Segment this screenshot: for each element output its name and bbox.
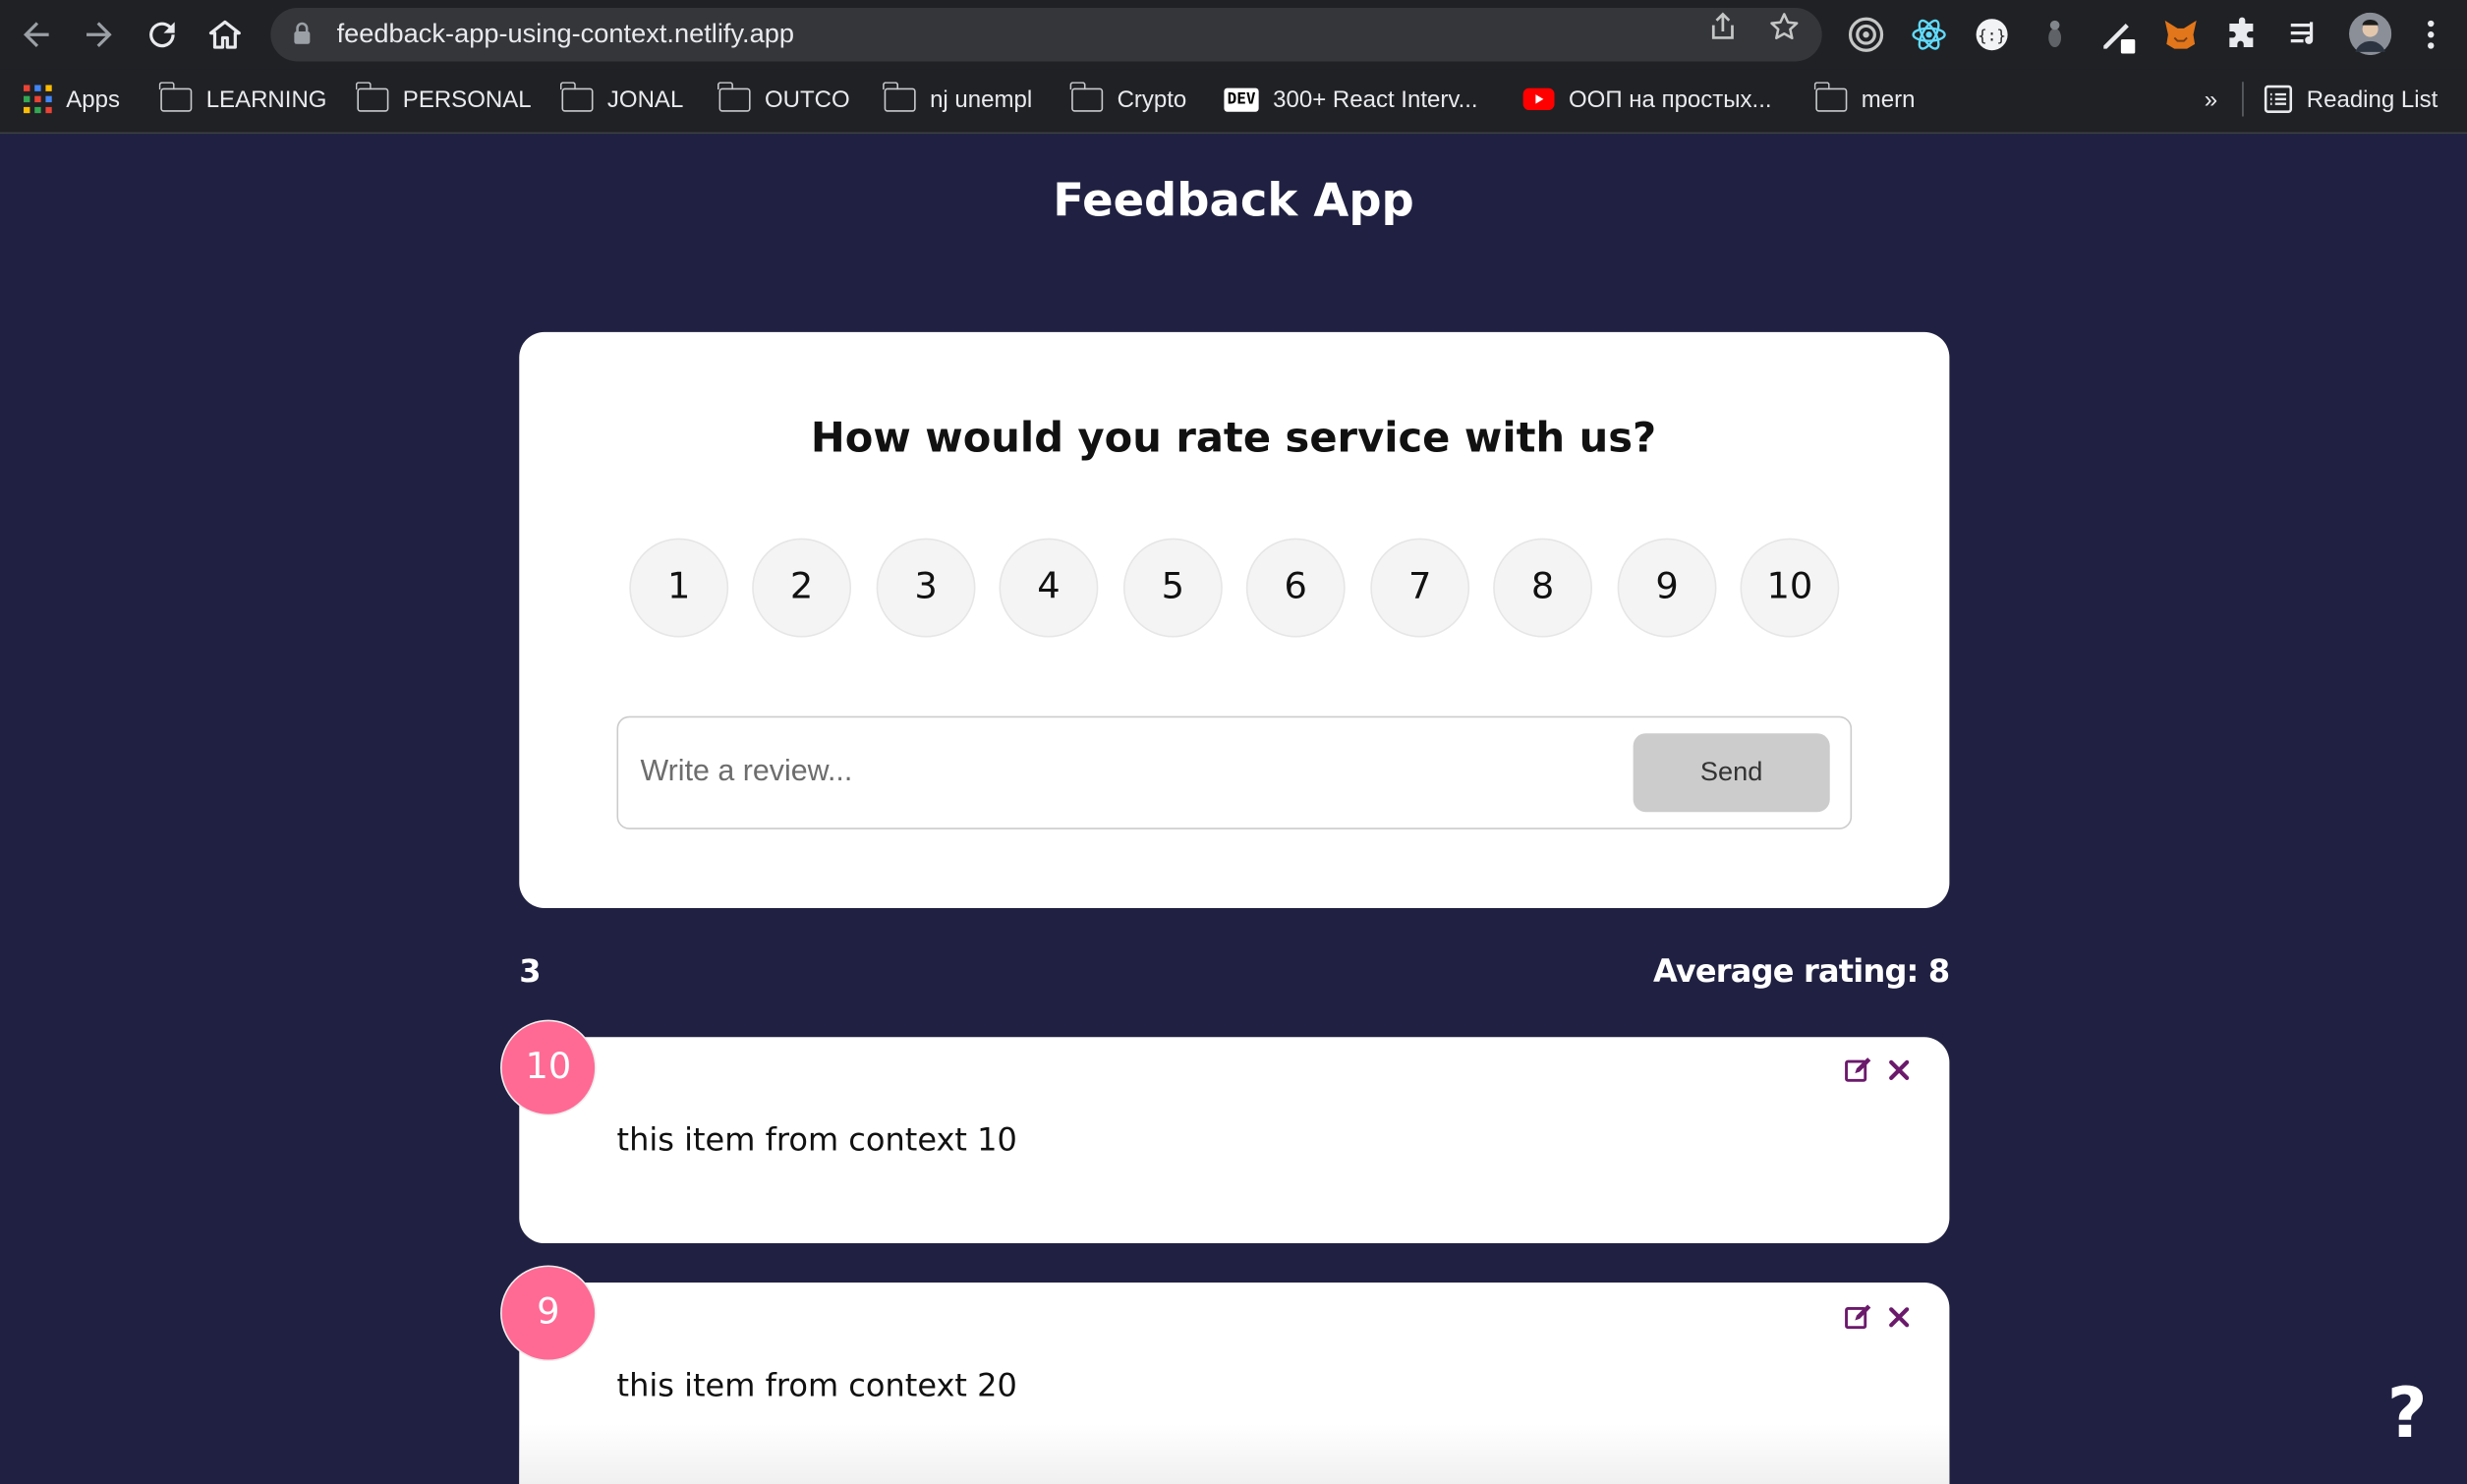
target-extension-icon[interactable] [1847,16,1884,53]
edit-icon[interactable] [1844,1303,1872,1332]
edit-icon[interactable] [1844,1056,1872,1084]
share-icon [1711,12,1734,39]
bookmark-label: JONAL [606,86,684,113]
avatar[interactable] [2348,12,2392,56]
rating-option-10[interactable]: 10 [1740,538,1840,638]
bookmark-label: nj unempl [930,86,1033,113]
folder-icon [883,81,916,111]
review-input[interactable] [640,739,1585,806]
puzzle-extensions-icon[interactable] [2225,16,2263,53]
react-devtools-icon[interactable] [1910,16,1947,53]
bookmark-label: PERSONAL [402,86,532,113]
folder-icon [356,81,389,111]
apps-grid-icon [24,85,52,114]
reading-list-button[interactable]: Reading List [2264,82,2438,116]
bookmark-apps[interactable]: Apps [24,82,120,116]
average-rating: Average rating: 8 [1652,951,1950,991]
rating-option-1[interactable]: 1 [629,538,729,638]
bookmark-star-button[interactable] [1768,11,1800,42]
bookmark-label: LEARNING [205,86,327,113]
send-button[interactable]: Send [1633,733,1830,813]
reload-icon [149,22,175,48]
bookmark-label: Crypto [1117,86,1187,113]
help-question-button[interactable]: ? [2381,1375,2434,1455]
folder-icon [159,81,193,111]
bookmark-learning[interactable]: LEARNING [159,81,327,116]
feedback-rating-badge: 9 [500,1265,597,1362]
share-button[interactable] [1707,11,1739,42]
page-title: Feedback App [1053,173,1414,227]
bug-extension-icon[interactable] [2036,16,2073,53]
bookmarks-overflow-button[interactable]: » [2205,82,2217,116]
url-text[interactable]: feedback-app-using-context.netlify.app [337,8,794,61]
star-icon [1770,13,1799,40]
pen-extension-icon[interactable] [2098,16,2136,54]
back-button[interactable] [18,16,55,53]
feedback-count: 3 [519,951,542,991]
metamask-fox-icon[interactable] [2161,16,2199,53]
json-viewer-icon[interactable]: {:} [1973,16,2010,53]
bookmark-label: ООП на простых... [1568,86,1772,113]
media-playlist-icon[interactable] [2286,16,2324,53]
close-icon[interactable] [1885,1056,1914,1084]
arrow-left-icon [24,22,49,48]
reload-button[interactable] [143,16,181,53]
scroll-fade [519,1424,1950,1484]
bookmark-label: mern [1861,86,1916,113]
rating-option-7[interactable]: 7 [1370,538,1470,638]
feedback-text: this item from context 10 [616,1120,1017,1159]
folder-icon [1070,81,1104,111]
folder-icon [1814,81,1848,111]
bookmark-react-interview[interactable]: DEV 300+ React Interv... [1224,82,1478,116]
rating-option-2[interactable]: 2 [752,538,852,638]
bookmark-personal[interactable]: PERSONAL [356,81,532,116]
bookmark-nj-unempl[interactable]: nj unempl [883,81,1033,116]
home-icon [208,20,241,49]
rating-option-6[interactable]: 6 [1245,538,1346,638]
bookmark-jonal[interactable]: JONAL [560,81,684,116]
rating-option-8[interactable]: 8 [1493,538,1593,638]
arrow-right-icon [86,22,112,48]
dev-icon: DEV [1224,86,1259,111]
bookmark-crypto[interactable]: Crypto [1070,81,1187,116]
more-vert-icon[interactable] [2412,16,2449,53]
svg-text:{:}: {:} [1978,27,2006,45]
folder-icon [717,81,751,111]
rating-option-9[interactable]: 9 [1617,538,1717,638]
feedback-rating-badge: 10 [500,1019,597,1116]
forward-button[interactable] [81,16,118,53]
address-bar[interactable]: feedback-app-using-context.netlify.app [270,8,1822,62]
lock-icon [294,22,311,44]
bookmark-mern[interactable]: mern [1814,81,1916,116]
bookmark-label: Apps [66,86,120,113]
bookmark-oop[interactable]: ООП на простых... [1522,82,1772,116]
close-icon[interactable] [1885,1303,1914,1332]
reading-list-label: Reading List [2306,86,2438,113]
bookmarks-divider [2242,82,2244,117]
youtube-icon [1522,87,1555,111]
folder-icon [560,81,594,111]
bookmark-outco[interactable]: OUTCO [717,81,850,116]
rating-option-4[interactable]: 4 [999,538,1099,638]
rating-question: How would you rate service with us? [810,415,1657,463]
home-button[interactable] [206,16,244,53]
bookmark-label: OUTCO [764,86,850,113]
feedback-text: this item from context 20 [616,1365,1017,1404]
rating-option-3[interactable]: 3 [876,538,976,638]
reading-list-icon [2264,85,2293,113]
rating-option-5[interactable]: 5 [1122,538,1223,638]
bookmark-label: 300+ React Interv... [1273,86,1478,113]
chevron-double-right-icon: » [2204,86,2218,113]
